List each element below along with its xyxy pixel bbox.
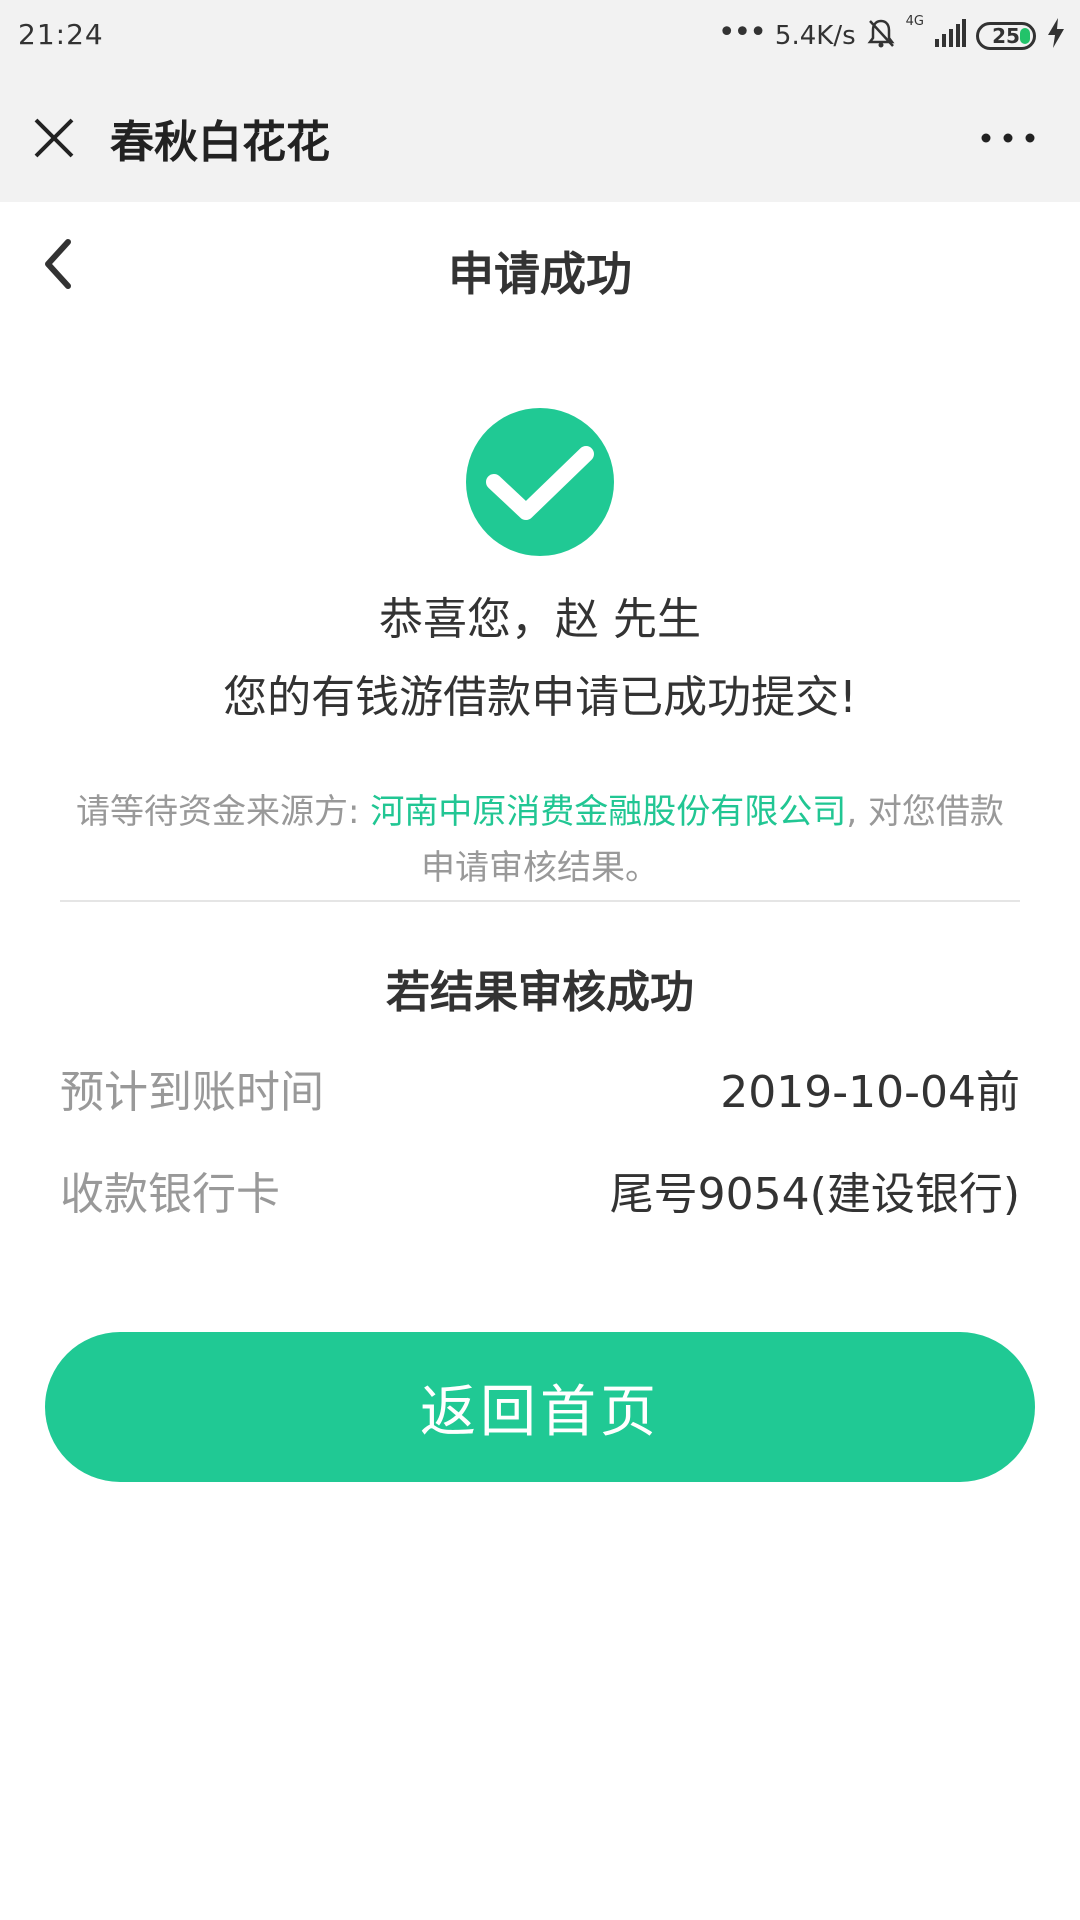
check-circle-icon [466, 408, 614, 556]
result-title: 若结果审核成功 [386, 967, 694, 1018]
status-time: 21:24 [18, 18, 104, 51]
battery-level: 25 [992, 24, 1020, 48]
bank-card-value: 尾号9054(建设银行) [609, 1169, 1020, 1220]
cell-signal-icon [934, 18, 966, 54]
page-header: 申请成功 [0, 202, 1080, 328]
charging-icon [1046, 17, 1066, 55]
more-icon[interactable] [976, 114, 1040, 162]
review-notice: 请等待资金来源方: 河南中原消费金融股份有限公司, 对您借款申请审核结果。 [60, 784, 1020, 896]
status-bar: 21:24 ••• 5.4K/s 4G 25 [0, 0, 1080, 70]
notice-prefix: 请等待资金来源方: [76, 792, 371, 832]
return-home-button[interactable]: 返回首页 [45, 1332, 1035, 1482]
network-type: 4G [905, 14, 924, 29]
greeting-text: 恭喜您，赵 先生 [379, 594, 701, 645]
signal-dots-icon: ••• [717, 14, 767, 50]
app-title: 春秋白花花 [110, 117, 330, 168]
bank-card-label: 收款银行卡 [60, 1169, 280, 1220]
status-icons: ••• 5.4K/s 4G 25 [718, 14, 1066, 58]
arrival-time-row: 预计到账时间 2019-10-04前 [60, 1058, 1020, 1118]
silent-bell-icon [866, 17, 896, 56]
page-title: 申请成功 [448, 247, 632, 301]
arrival-time-value: 2019-10-04前 [720, 1067, 1020, 1118]
submitted-message: 您的有钱游借款申请已成功提交! [223, 672, 857, 723]
bank-card-row: 收款银行卡 尾号9054(建设银行) [60, 1160, 1020, 1220]
title-bar: 春秋白花花 [0, 70, 1080, 202]
arrival-time-label: 预计到账时间 [60, 1067, 324, 1118]
battery-icon: 25 [976, 22, 1036, 50]
screen: 21:24 ••• 5.4K/s 4G 25 春秋白花花 申请成功 恭喜您，赵 … [0, 0, 1080, 1920]
close-icon[interactable] [30, 114, 78, 162]
network-speed: 5.4K/s [774, 21, 856, 51]
divider [60, 900, 1020, 902]
lender-name: 河南中原消费金融股份有限公司 [370, 792, 847, 832]
